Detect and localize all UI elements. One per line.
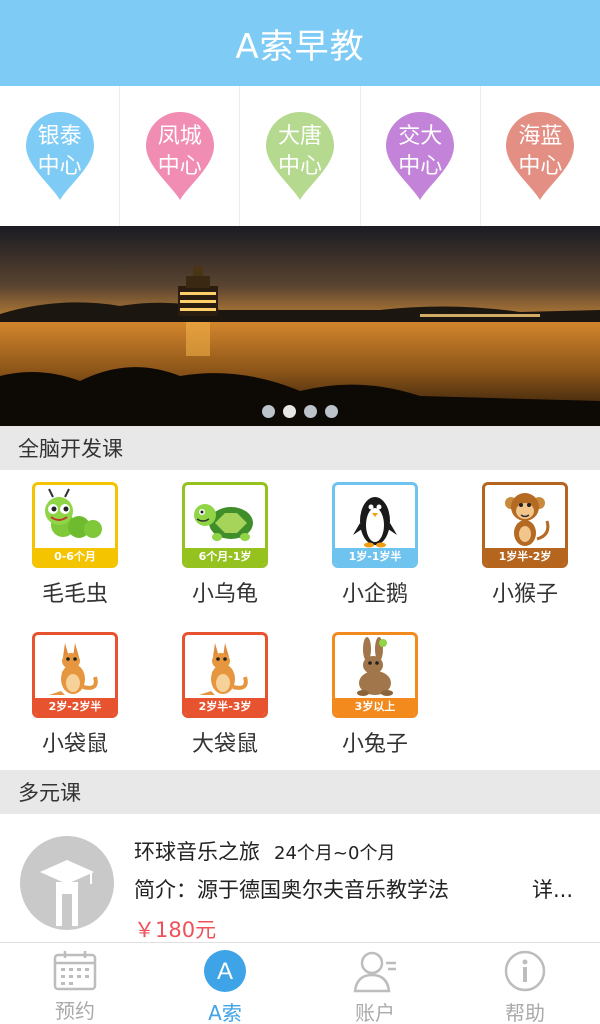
calendar-icon [52,949,98,991]
course-card: 3岁以上 [332,632,418,718]
app-header: A索早教 [0,0,600,86]
course-name: 小猴子 [491,582,558,607]
center-suffix: 中心 [37,154,82,179]
center-name: 凤城 [157,124,202,149]
center-suffix: 中心 [157,154,202,179]
course-item[interactable]: 2岁半-3岁大袋鼠 [150,622,300,762]
multi-course-intro: 简介：源于德国奥尔夫音乐教学法 [134,878,449,902]
center-suffix: 中心 [518,154,563,179]
page-title: A索早教 [235,26,365,67]
info-icon [502,949,548,993]
location-pin-icon: 凤城 中心 [144,110,216,202]
center-item[interactable]: 凤城 中心 [120,86,241,226]
section-multi-header: 多元课 [0,770,600,814]
course-age-badge: 2岁半-3岁 [185,698,265,715]
carousel-dot[interactable] [283,405,296,418]
kangaroo-icon [35,635,115,699]
rabbit-icon [335,635,415,699]
center-label: 海蓝 中心 [504,122,576,182]
course-item[interactable]: 3岁以上小兔子 [300,622,450,762]
multi-course-age: 24个月~0个月 [274,843,396,864]
tab-a-logo[interactable]: A A索 [150,943,300,1024]
multi-course-detail-link[interactable]: 详... [532,874,573,904]
banner-carousel[interactable] [0,226,600,426]
center-selector: 银泰 中心 凤城 中心 大唐 中心 交大 中心 海蓝 中心 [0,86,600,226]
bottom-tab-bar: 预约 A A索 账户 帮助 [0,942,600,1024]
course-age-badge: 1岁半-2岁 [485,548,565,565]
carousel-dot[interactable] [325,405,338,418]
course-age-badge: 3岁以上 [335,698,415,715]
course-age-badge: 2岁-2岁半 [35,698,115,715]
location-pin-icon: 海蓝 中心 [504,110,576,202]
location-pin-icon: 大唐 中心 [264,110,336,202]
graduation-logo-icon [20,836,114,930]
location-pin-icon: 交大 中心 [384,110,456,202]
section-brain-title: 全脑开发课 [18,437,123,461]
center-item[interactable]: 大唐 中心 [240,86,361,226]
account-icon [352,949,398,993]
course-item[interactable]: 1岁-1岁半小企鹅 [300,472,450,612]
center-suffix: 中心 [277,154,322,179]
course-grid: 0-6个月 毛毛虫 6个月-1岁 小乌龟 1岁-1岁半 小企鹅 1岁半-2岁 小猴子 2岁-2岁… [0,472,600,768]
tab-calendar[interactable]: 预约 [0,943,150,1024]
course-card: 0-6个月 [32,482,118,568]
banner-image [0,226,600,426]
a-logo-icon: A [202,949,248,993]
course-card: 2岁-2岁半 [32,632,118,718]
location-pin-icon: 银泰 中心 [24,110,96,202]
course-name: 毛毛虫 [41,582,108,607]
center-label: 交大 中心 [384,122,456,182]
center-label: 大唐 中心 [264,122,336,182]
tab-label: 账户 [355,1001,395,1024]
tab-label: A索 [208,1001,242,1024]
center-name: 大唐 [277,124,322,149]
course-card: 2岁半-3岁 [182,632,268,718]
tab-label: 帮助 [505,1001,545,1024]
tab-label: 预约 [55,999,95,1023]
tab-account[interactable]: 账户 [300,943,450,1024]
course-name: 大袋鼠 [191,732,258,757]
multi-course-item[interactable]: 环球音乐之旅 24个月~0个月 简介：源于德国奥尔夫音乐教学法 详... ￥180… [0,814,600,942]
kangaroo-icon [185,635,265,699]
course-card: 1岁-1岁半 [332,482,418,568]
carousel-dot[interactable] [304,405,317,418]
tab-info[interactable]: 帮助 [450,943,600,1024]
center-label: 凤城 中心 [144,122,216,182]
carousel-dots [0,405,600,418]
course-age-badge: 6个月-1岁 [185,548,265,565]
turtle-icon [185,485,265,549]
course-card: 1岁半-2岁 [482,482,568,568]
center-name: 交大 [398,124,443,149]
course-item[interactable]: 0-6个月毛毛虫 [0,472,150,612]
penguin-icon [335,485,415,549]
center-item[interactable]: 海蓝 中心 [481,86,600,226]
section-brain-header: 全脑开发课 [0,426,600,470]
center-item[interactable]: 银泰 中心 [0,86,121,226]
course-name: 小企鹅 [341,582,408,607]
center-name: 海蓝 [518,124,563,149]
center-label: 银泰 中心 [24,122,96,182]
multi-course-title: 环球音乐之旅 24个月~0个月 [134,836,395,866]
course-item[interactable]: 1岁半-2岁小猴子 [450,472,600,612]
caterpillar-icon [35,485,115,549]
svg-text:A: A [217,958,233,985]
course-age-badge: 0-6个月 [35,548,115,565]
center-suffix: 中心 [398,154,443,179]
carousel-dot[interactable] [262,405,275,418]
course-age-badge: 1岁-1岁半 [335,548,415,565]
multi-course-name: 环球音乐之旅 [134,840,260,864]
center-name: 银泰 [37,124,82,149]
multi-course-price: ￥180元 [134,918,217,942]
course-name: 小袋鼠 [41,732,108,757]
course-item[interactable]: 6个月-1岁小乌龟 [150,472,300,612]
section-multi-title: 多元课 [18,781,81,805]
course-card: 6个月-1岁 [182,482,268,568]
course-name: 小兔子 [341,732,408,757]
course-item[interactable]: 2岁-2岁半小袋鼠 [0,622,150,762]
monkey-icon [485,485,565,549]
center-item[interactable]: 交大 中心 [361,86,481,226]
course-name: 小乌龟 [191,582,258,607]
